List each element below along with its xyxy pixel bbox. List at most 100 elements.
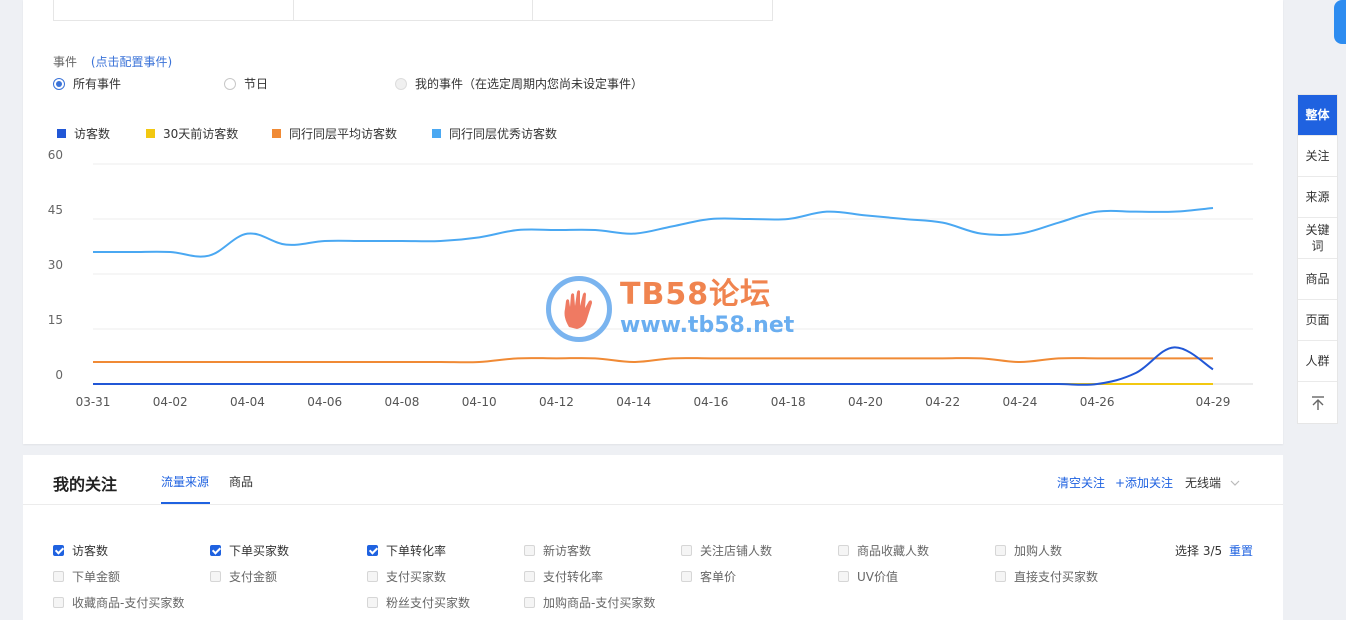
checkbox[interactable] xyxy=(210,571,221,582)
events-header: 事件 (点击配置事件) xyxy=(53,53,172,70)
my-follow-card: 我的关注 流量来源 商品 清空关注 +添加关注 无线端 访客数 下单买家数 下单转化… xyxy=(23,455,1283,620)
metric-checkbox-item[interactable]: 支付转化率 xyxy=(524,568,603,585)
metric-label: 粉丝支付买家数 xyxy=(386,596,471,610)
metric-checkbox-item[interactable]: 新访客数 xyxy=(524,542,591,559)
x-tick-label: 04-02 xyxy=(153,395,188,409)
metric-checkbox-item[interactable]: 下单买家数 xyxy=(210,542,289,559)
checkbox[interactable] xyxy=(524,545,535,556)
hand-logo-icon xyxy=(546,276,612,342)
checkbox[interactable] xyxy=(210,545,221,556)
nav-products[interactable]: 商品 xyxy=(1298,259,1337,300)
metric-checkbox-item[interactable]: 支付金额 xyxy=(210,568,277,585)
radio-all-events[interactable]: 所有事件 xyxy=(53,75,121,92)
x-tick-label: 04-20 xyxy=(848,395,883,409)
nav-follow[interactable]: 关注 xyxy=(1298,136,1337,177)
x-tick-label: 04-04 xyxy=(230,395,265,409)
add-follow-link[interactable]: +添加关注 xyxy=(1115,474,1173,491)
metric-label: UV价值 xyxy=(857,570,898,584)
series-line-2[interactable] xyxy=(93,357,1213,364)
watermark: TB58论坛 www.tb58.net xyxy=(546,276,794,342)
metric-label: 商品收藏人数 xyxy=(857,544,930,558)
metric-label: 新访客数 xyxy=(543,544,592,558)
divider xyxy=(23,504,1283,505)
metric-checkbox-item[interactable]: 下单转化率 xyxy=(367,542,446,559)
metric-checkbox-item[interactable]: 客单价 xyxy=(681,568,736,585)
metric-checkbox-item[interactable]: 收藏商品-支付买家数 xyxy=(53,594,184,611)
clear-follow-link[interactable]: 清空关注 xyxy=(1057,474,1105,491)
checkbox[interactable] xyxy=(838,545,849,556)
device-select-value: 无线端 xyxy=(1185,476,1222,490)
metric-label: 客单价 xyxy=(700,570,737,584)
metric-checkbox-item[interactable]: UV价值 xyxy=(838,568,898,585)
floating-side-tab[interactable] xyxy=(1334,0,1346,44)
checkbox[interactable] xyxy=(995,571,1006,582)
x-tick-label: 04-12 xyxy=(539,395,574,409)
checkbox[interactable] xyxy=(367,597,378,608)
metric-label: 访客数 xyxy=(72,544,109,558)
metric-checkbox-item[interactable]: 关注店铺人数 xyxy=(681,542,772,559)
back-to-top-button[interactable] xyxy=(1298,382,1337,423)
legend-swatch xyxy=(57,129,66,138)
x-tick-label: 04-16 xyxy=(693,395,728,409)
metric-label: 支付转化率 xyxy=(543,570,604,584)
radio-my-events: 我的事件（在选定周期内您尚未设定事件） xyxy=(395,75,643,92)
radio-label: 我的事件（在选定周期内您尚未设定事件） xyxy=(415,77,644,91)
x-tick-label: 04-14 xyxy=(616,395,651,409)
checkbox[interactable] xyxy=(53,597,64,608)
nav-keywords[interactable]: 关键词 xyxy=(1298,218,1337,259)
radio-dot xyxy=(395,77,407,90)
metric-checkbox-item[interactable]: 支付买家数 xyxy=(367,568,446,585)
y-tick-label: 30 xyxy=(48,258,63,272)
x-tick-label: 03-31 xyxy=(76,395,111,409)
series-line-3[interactable] xyxy=(93,207,1214,258)
reset-link[interactable]: 重置 xyxy=(1229,542,1253,559)
x-tick-label: 04-08 xyxy=(385,395,420,409)
x-tick-label: 04-06 xyxy=(307,395,342,409)
metric-label: 加购人数 xyxy=(1014,544,1063,558)
checkbox[interactable] xyxy=(367,571,378,582)
tab-products[interactable]: 商品 xyxy=(229,473,253,490)
nav-pages[interactable]: 页面 xyxy=(1298,300,1337,341)
checkbox[interactable] xyxy=(838,571,849,582)
section-nav: 整体 关注 来源 关键词 商品 页面 人群 xyxy=(1297,94,1338,424)
metric-checkbox-item[interactable]: 访客数 xyxy=(53,542,108,559)
checkbox[interactable] xyxy=(53,545,64,556)
checkbox[interactable] xyxy=(53,571,64,582)
metric-checkbox-item[interactable]: 下单金额 xyxy=(53,568,120,585)
radio-dot[interactable] xyxy=(53,77,65,90)
metric-label: 支付金额 xyxy=(229,570,278,584)
x-tick-label: 04-29 xyxy=(1196,395,1231,409)
nav-source[interactable]: 来源 xyxy=(1298,177,1337,218)
x-tick-label: 04-18 xyxy=(771,395,806,409)
x-tick-label: 04-10 xyxy=(462,395,497,409)
checkbox[interactable] xyxy=(995,545,1006,556)
legend-swatch xyxy=(432,129,441,138)
watermark-url: www.tb58.net xyxy=(620,313,795,338)
checkbox[interactable] xyxy=(681,571,692,582)
y-tick-label: 0 xyxy=(55,368,63,382)
metric-checkbox-item[interactable]: 粉丝支付买家数 xyxy=(367,594,470,611)
checkbox[interactable] xyxy=(681,545,692,556)
radio-holidays[interactable]: 节日 xyxy=(224,75,268,92)
checkbox[interactable] xyxy=(524,597,535,608)
config-events-link[interactable]: (点击配置事件) xyxy=(91,55,172,69)
summary-table-bottom xyxy=(53,0,773,21)
chevron-down-icon xyxy=(1230,480,1240,486)
checkbox[interactable] xyxy=(524,571,535,582)
watermark-title: TB58论坛 xyxy=(620,277,772,312)
metric-checkbox-item[interactable]: 商品收藏人数 xyxy=(838,542,929,559)
device-select[interactable]: 无线端 xyxy=(1185,474,1241,491)
back-to-top-icon xyxy=(1311,395,1324,410)
series-line-0[interactable] xyxy=(93,346,1214,386)
tab-traffic-source[interactable]: 流量来源 xyxy=(161,473,209,490)
metric-checkbox-item[interactable]: 直接支付买家数 xyxy=(995,568,1098,585)
metric-checkbox-item[interactable]: 加购商品-支付买家数 xyxy=(524,594,655,611)
metric-checkbox-item[interactable]: 加购人数 xyxy=(995,542,1062,559)
metric-label: 直接支付买家数 xyxy=(1014,570,1099,584)
radio-dot[interactable] xyxy=(224,77,236,90)
nav-crowd[interactable]: 人群 xyxy=(1298,341,1337,382)
checkbox[interactable] xyxy=(367,545,378,556)
metric-label: 下单买家数 xyxy=(229,544,290,558)
y-tick-label: 15 xyxy=(48,313,63,327)
nav-overall[interactable]: 整体 xyxy=(1298,95,1337,136)
